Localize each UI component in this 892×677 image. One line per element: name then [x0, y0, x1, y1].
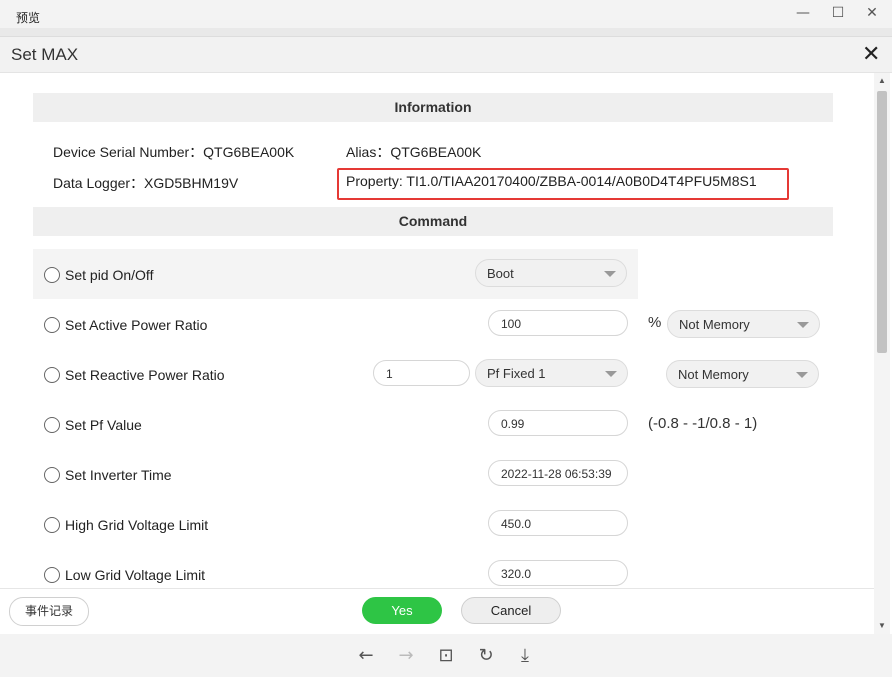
reactive-power-memory-select[interactable]: Not Memory — [666, 360, 819, 388]
active-power-input[interactable]: 100 — [488, 310, 628, 336]
cancel-button[interactable]: Cancel — [461, 597, 561, 624]
pf-value-input[interactable]: 0.99 — [488, 410, 628, 436]
dialog-scrollbar[interactable]: ▲ ▼ — [874, 73, 890, 636]
chevron-down-icon — [796, 372, 808, 378]
set-max-dialog: Set MAX ✕ Information Device Serial Numb… — [0, 36, 892, 636]
command-row-active-power: Set Active Power Ratio 100 — [33, 299, 638, 349]
back-arrow-icon[interactable]: ← — [354, 644, 378, 668]
pf-value-range: (-0.8 - -1/0.8 - 1) — [648, 415, 758, 432]
inverter-time-radio[interactable] — [44, 467, 60, 483]
information-section-header: Information — [33, 93, 833, 122]
inverter-time-label: Set Inverter Time — [65, 467, 172, 483]
command-row-high-grid-voltage: High Grid Voltage Limit 450.0 — [33, 499, 638, 549]
high-grid-voltage-input[interactable]: 450.0 — [488, 510, 628, 536]
background-page-strip — [0, 28, 892, 36]
pid-label: Set pid On/Off — [65, 267, 154, 283]
data-logger: Data Logger：XGD5BHM19V — [53, 175, 239, 191]
high-grid-voltage-radio[interactable] — [44, 517, 60, 533]
maximize-icon[interactable]: ☐ — [827, 4, 849, 22]
command-row-inverter-time: Set Inverter Time 2022-11-28 06:53:39 — [33, 449, 638, 499]
viewer-titlebar: 预览 — ☐ ✕ — [0, 0, 892, 30]
reactive-power-mode-value: Pf Fixed 1 — [487, 366, 546, 381]
pid-select-value: Boot — [487, 266, 514, 281]
active-power-radio[interactable] — [44, 317, 60, 333]
chevron-down-icon — [797, 322, 809, 328]
viewer-title: 预览 — [16, 11, 41, 25]
reactive-power-memory-value: Not Memory — [678, 367, 749, 382]
forward-arrow-icon[interactable]: → — [394, 644, 418, 668]
dialog-footer: 事件记录 Yes Cancel — [0, 588, 874, 636]
scroll-down-icon[interactable]: ▼ — [877, 621, 887, 630]
active-power-memory-select[interactable]: Not Memory — [667, 310, 820, 338]
reactive-power-mode-select[interactable]: Pf Fixed 1 — [475, 359, 628, 387]
device-serial-number: Device Serial Number：QTG6BEA00K — [53, 144, 295, 160]
property-highlight-box — [337, 168, 789, 200]
pf-value-label: Set Pf Value — [65, 417, 142, 433]
reactive-power-radio[interactable] — [44, 367, 60, 383]
pid-radio[interactable] — [44, 267, 60, 283]
yes-button[interactable]: Yes — [362, 597, 442, 624]
fit-screen-icon[interactable]: ⊡ — [434, 644, 458, 668]
high-grid-voltage-label: High Grid Voltage Limit — [65, 517, 209, 533]
download-icon[interactable]: ⤓ — [513, 644, 537, 668]
command-section-header: Command — [33, 207, 833, 236]
pf-value-radio[interactable] — [44, 417, 60, 433]
low-grid-voltage-label: Low Grid Voltage Limit — [65, 567, 206, 583]
minimize-icon[interactable]: — — [792, 4, 814, 22]
low-grid-voltage-radio[interactable] — [44, 567, 60, 583]
window-close-icon[interactable]: ✕ — [861, 4, 883, 22]
active-power-label: Set Active Power Ratio — [65, 317, 208, 333]
reactive-power-label: Set Reactive Power Ratio — [65, 367, 225, 383]
active-power-memory-value: Not Memory — [679, 317, 750, 332]
scroll-up-icon[interactable]: ▲ — [877, 76, 887, 85]
command-row-pf-value: Set Pf Value 0.99 — [33, 399, 638, 449]
pid-select[interactable]: Boot — [475, 259, 627, 287]
active-power-unit: % — [648, 314, 662, 331]
inverter-time-input[interactable]: 2022-11-28 06:53:39 — [488, 460, 628, 486]
dialog-close-icon[interactable]: ✕ — [862, 42, 880, 67]
low-grid-voltage-input[interactable]: 320.0 — [488, 560, 628, 586]
device-alias: Alias：QTG6BEA00K — [346, 144, 482, 160]
viewer-toolbar: ← → ⊡ ↻ ⤓ — [0, 634, 892, 677]
dialog-header: Set MAX ✕ — [0, 37, 892, 73]
command-row-reactive-power: Set Reactive Power Ratio 1 Pf Fixed 1 — [33, 349, 638, 399]
reactive-power-input[interactable]: 1 — [373, 360, 470, 386]
command-row-pid: Set pid On/Off Boot — [33, 249, 638, 299]
event-log-button[interactable]: 事件记录 — [9, 597, 89, 626]
chevron-down-icon — [605, 371, 617, 377]
dialog-title: Set MAX — [11, 45, 79, 64]
scrollbar-thumb[interactable] — [877, 91, 887, 353]
chevron-down-icon — [604, 271, 616, 277]
rotate-icon[interactable]: ↻ — [474, 644, 498, 668]
